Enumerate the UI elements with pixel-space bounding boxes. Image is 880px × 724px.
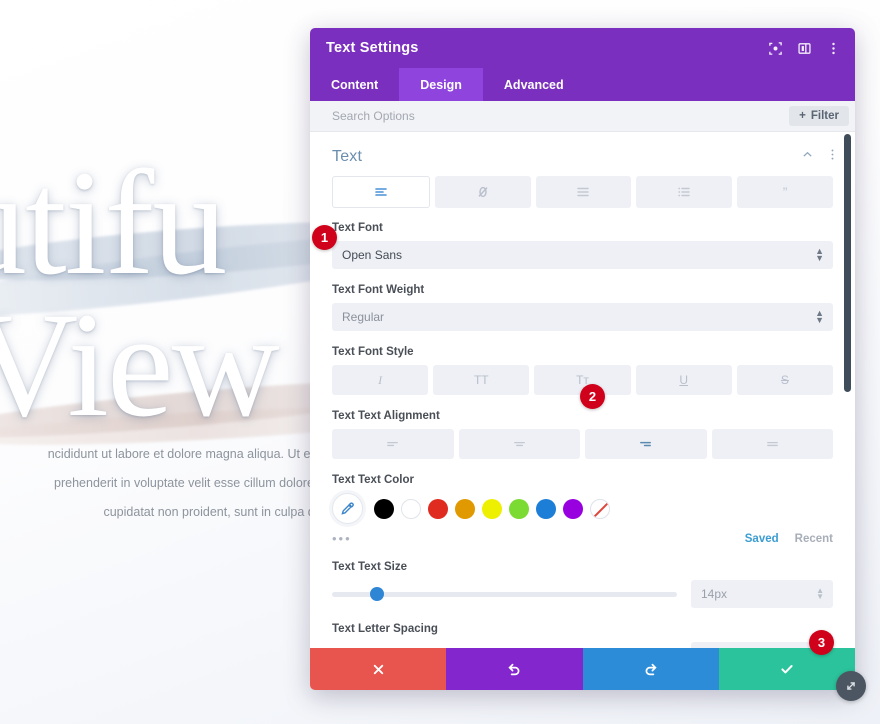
tab-content[interactable]: Content <box>310 68 399 101</box>
unordered-list-icon[interactable] <box>535 176 632 208</box>
uppercase-glyph: TT <box>473 373 489 387</box>
letter-spacing-field: Text Letter Spacing 0px <box>310 623 855 648</box>
swatch-yellow[interactable] <box>482 498 502 519</box>
hero-heading-line-2: View <box>0 282 280 448</box>
eyedropper-icon[interactable] <box>332 493 363 524</box>
text-size-slider[interactable] <box>332 587 677 601</box>
select-arrows-icon: ▲ ▼ <box>815 246 824 263</box>
redo-button[interactable] <box>582 648 719 690</box>
undo-button[interactable] <box>446 648 583 690</box>
settings-scrollbar-thumb[interactable] <box>844 134 851 392</box>
filter-button-label: Filter <box>810 110 839 122</box>
search-input[interactable] <box>332 109 790 123</box>
swatch-none[interactable] <box>590 498 610 519</box>
swatch-orange[interactable] <box>455 498 475 519</box>
palette-footer: ••• Saved Recent <box>332 531 833 546</box>
more-vertical-icon[interactable] <box>826 41 841 56</box>
text-font-weight-label: Text Font Weight <box>332 284 425 296</box>
text-font-value: Open Sans <box>342 248 403 262</box>
section-title: Text <box>332 148 363 165</box>
tab-advanced[interactable]: Advanced <box>483 68 585 101</box>
filter-button[interactable]: + Filter <box>789 106 849 126</box>
annotation-badge-3: 3 <box>809 630 834 655</box>
swatch-white[interactable] <box>401 498 421 519</box>
panel-layout-icon[interactable] <box>797 41 812 56</box>
text-section-header: Text <box>310 132 855 176</box>
swatch-blue[interactable] <box>536 498 556 519</box>
focus-target-icon[interactable] <box>768 41 783 56</box>
swatch-purple[interactable] <box>563 498 583 519</box>
select-arrows-icon: ▲ ▼ <box>815 308 824 325</box>
text-alignment-field: Text Text Alignment <box>310 410 855 459</box>
more-colors-icon[interactable]: ••• <box>332 531 352 546</box>
modal-tabs: Content Design Advanced <box>310 68 855 101</box>
color-palette <box>332 493 833 524</box>
letter-spacing-label: Text Letter Spacing <box>332 623 438 635</box>
text-font-label: Text Font <box>332 222 383 234</box>
save-button[interactable] <box>718 648 855 690</box>
text-style-toolbar: ” <box>310 176 855 222</box>
tab-design[interactable]: Design <box>399 68 483 101</box>
annotation-badge-1: 1 <box>312 225 337 250</box>
resize-diagonal-icon[interactable] <box>836 671 866 701</box>
italic-icon[interactable]: I <box>332 365 429 395</box>
saved-colors-tab[interactable]: Saved <box>745 533 779 545</box>
section-more-vertical-icon[interactable] <box>826 148 839 166</box>
modal-title: Text Settings <box>326 40 419 56</box>
text-alignment-label: Text Text Alignment <box>332 410 440 422</box>
chevron-up-icon[interactable] <box>801 148 814 166</box>
settings-scrollbar-track[interactable] <box>844 132 853 648</box>
text-size-field: Text Text Size 14px ▲ ▼ <box>310 561 855 608</box>
text-size-label: Text Text Size <box>332 561 407 573</box>
paragraph-text-icon[interactable] <box>332 176 430 208</box>
swatch-green[interactable] <box>509 498 529 519</box>
align-justify-icon[interactable] <box>711 429 833 459</box>
italic-glyph: I <box>378 372 383 387</box>
recent-colors-tab[interactable]: Recent <box>795 533 833 545</box>
modal-action-bar <box>310 648 855 690</box>
modal-header-icons <box>768 41 841 56</box>
blockquote-icon[interactable]: ” <box>737 176 833 208</box>
align-center-icon[interactable] <box>458 429 580 459</box>
underline-glyph: U <box>679 373 689 387</box>
text-font-select[interactable]: Open Sans ▲ ▼ <box>332 241 833 269</box>
swatch-black[interactable] <box>374 498 394 519</box>
uppercase-icon[interactable]: TT <box>433 365 530 395</box>
annotation-badge-2: 2 <box>580 384 605 409</box>
underline-icon[interactable]: U <box>635 365 732 395</box>
hero-heading-line-1: utifu <box>0 140 227 306</box>
text-font-weight-field: Text Font Weight Regular ▲ ▼ <box>310 284 855 331</box>
text-size-input[interactable]: 14px ▲ ▼ <box>691 580 833 608</box>
link-icon[interactable] <box>434 176 531 208</box>
align-right-icon[interactable] <box>585 429 707 459</box>
plus-icon: + <box>799 110 806 122</box>
cancel-button[interactable] <box>310 648 447 690</box>
swatch-red[interactable] <box>428 498 448 519</box>
text-size-value: 14px <box>701 587 728 601</box>
text-settings-modal: Text Settings Content Design Advanced Se… <box>310 28 866 701</box>
text-color-label: Text Text Color <box>332 474 414 486</box>
text-font-weight-select[interactable]: Regular ▲ ▼ <box>332 303 833 331</box>
text-color-field: Text Text Color ••• Saved Recent <box>310 474 855 546</box>
text-font-field: Text Font Open Sans ▲ ▼ <box>310 222 855 269</box>
stepper-arrows-icon[interactable]: ▲ ▼ <box>816 587 824 601</box>
strikethrough-glyph: S <box>780 373 789 387</box>
align-left-icon[interactable] <box>332 429 454 459</box>
ordered-list-icon[interactable] <box>636 176 733 208</box>
text-font-weight-value: Regular <box>342 310 385 324</box>
strikethrough-icon[interactable]: S <box>736 365 834 395</box>
text-font-style-label: Text Font Style <box>332 346 414 358</box>
search-options-row: + Filter <box>310 101 855 132</box>
slider-thumb[interactable] <box>369 587 384 601</box>
modal-header: Text Settings <box>310 28 855 68</box>
